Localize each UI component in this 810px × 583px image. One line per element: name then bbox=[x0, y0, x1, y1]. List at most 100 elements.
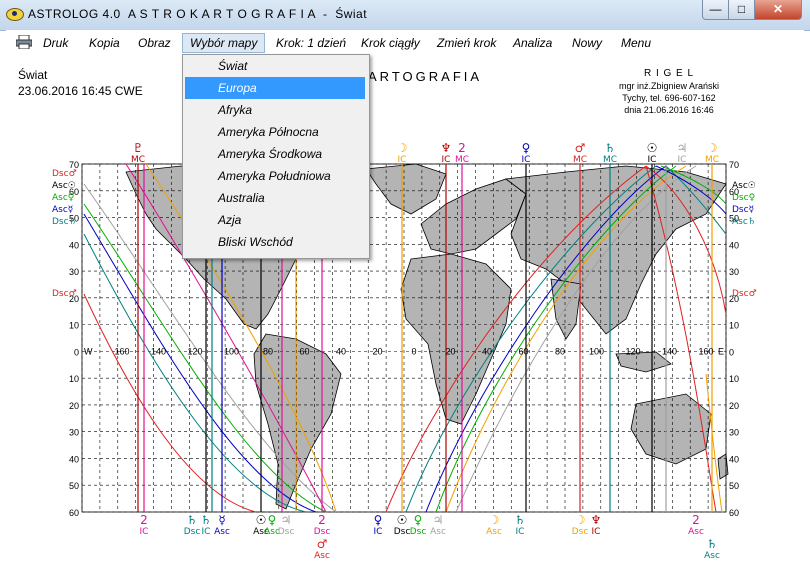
top-planet-angle: IC bbox=[442, 155, 451, 165]
lon-label: 120 bbox=[625, 346, 640, 356]
right-line-label: Asc☉ bbox=[732, 181, 756, 191]
bottom-planet-angle: Asc bbox=[314, 551, 330, 561]
bottom-planet-symbol: ☽ bbox=[489, 513, 500, 527]
dropdown-item-ameryka-polnocna[interactable]: Ameryka Północna bbox=[185, 121, 365, 143]
menu-druk[interactable]: Druk bbox=[36, 34, 75, 52]
lat-label-right: 60 bbox=[729, 508, 739, 518]
menu-wybor-mapy[interactable]: Wybór mapy bbox=[182, 33, 266, 53]
bottom-planet-symbols: 2IC♄Dsc♄IC☿Asc☉Asc♀Asc♃Dsc2Dsc♂Asc♀IC☉Ds… bbox=[140, 513, 720, 561]
bottom-planet-angle: Asc bbox=[430, 527, 446, 537]
bottom-planet-symbol: ♃ bbox=[433, 513, 444, 527]
top-planet-symbol: ♄ bbox=[605, 141, 616, 155]
lat-label-right: 70 bbox=[729, 160, 739, 170]
bottom-planet-angle: IC bbox=[592, 527, 601, 537]
lat-label-right: 10 bbox=[729, 374, 739, 384]
left-line-label: Asc☉ bbox=[52, 181, 76, 191]
top-planet-angle: MC bbox=[131, 155, 145, 165]
dropdown-item-afryka[interactable]: Afryka bbox=[185, 99, 365, 121]
top-planet-angle: MC bbox=[603, 155, 617, 165]
top-planet-angle: IC bbox=[648, 155, 657, 165]
bottom-planet-angle: Asc bbox=[704, 551, 720, 561]
lat-label-left: 0 bbox=[74, 347, 79, 357]
lat-label-left: 60 bbox=[69, 508, 79, 518]
bottom-planet-angle: Dsc bbox=[314, 527, 331, 537]
lon-label: 40 bbox=[482, 346, 492, 356]
dropdown-item-bliski-wschod[interactable]: Bliski Wschód bbox=[185, 231, 365, 253]
eye-icon[interactable] bbox=[6, 8, 24, 21]
dropdown-item-azja[interactable]: Azja bbox=[185, 209, 365, 231]
bottom-planet-angle: Dsc bbox=[278, 527, 295, 537]
top-planet-symbol: ☽ bbox=[397, 141, 408, 155]
dropdown-item-australia[interactable]: Australia bbox=[185, 187, 365, 209]
lat-label-left: 40 bbox=[69, 454, 79, 464]
top-planet-symbol: ♃ bbox=[677, 141, 688, 155]
dropdown-item-ameryka-srodkowa[interactable]: Ameryka Środkowa bbox=[185, 143, 365, 165]
east-label: E bbox=[718, 346, 724, 356]
top-planet-angle: IC bbox=[398, 155, 407, 165]
lat-label-right: 20 bbox=[729, 401, 739, 411]
bottom-planet-symbol: ☉ bbox=[397, 513, 408, 527]
lon-label: 140 bbox=[662, 346, 677, 356]
minimize-button[interactable]: — bbox=[702, 0, 729, 20]
close-button[interactable]: ✕ bbox=[754, 0, 802, 20]
menu-obraz[interactable]: Obraz bbox=[131, 34, 178, 52]
menu-nowy[interactable]: Nowy bbox=[565, 34, 609, 52]
dropdown-item-swiat[interactable]: Świat bbox=[185, 55, 365, 77]
menu-menu[interactable]: Menu bbox=[614, 34, 658, 52]
africa bbox=[400, 253, 512, 425]
lat-label-right: 0 bbox=[729, 347, 734, 357]
menu-kopia[interactable]: Kopia bbox=[82, 34, 127, 52]
top-planet-angle: MC bbox=[573, 155, 587, 165]
top-planet-symbol: 2 bbox=[458, 141, 466, 155]
lon-label: 20 bbox=[445, 346, 455, 356]
dropdown-item-ameryka-poludniowa[interactable]: Ameryka Południowa bbox=[185, 165, 365, 187]
wybor-mapy-dropdown: Świat Europa Afryka Ameryka Północna Ame… bbox=[182, 54, 370, 259]
maximize-button[interactable]: □ bbox=[728, 0, 755, 20]
planet-line bbox=[83, 293, 257, 513]
bottom-planet-angle: Dsc bbox=[572, 527, 589, 537]
lon-label: 120 bbox=[187, 346, 202, 356]
top-planet-angle: IC bbox=[522, 155, 531, 165]
top-planet-symbol: ☽ bbox=[707, 141, 718, 155]
left-line-label: Dsc♄ bbox=[52, 217, 77, 227]
lon-label: 80 bbox=[555, 346, 565, 356]
bottom-planet-symbol: ♆ bbox=[591, 513, 602, 527]
right-line-label: Asc♄ bbox=[732, 217, 756, 227]
bottom-planet-symbol: ☉ bbox=[256, 513, 267, 527]
bottom-planet-symbol: 2 bbox=[318, 513, 326, 527]
menu-analiza[interactable]: Analiza bbox=[506, 34, 559, 52]
south-america bbox=[253, 333, 342, 510]
greenland bbox=[365, 163, 447, 215]
lat-label-left: 40 bbox=[69, 240, 79, 250]
lon-label: 60 bbox=[299, 346, 309, 356]
lon-label: 100 bbox=[224, 346, 239, 356]
lat-label-right: 40 bbox=[729, 454, 739, 464]
bottom-planet-symbol: ♀ bbox=[268, 513, 277, 527]
lat-label-left: 30 bbox=[69, 428, 79, 438]
menu-krok-1-dzien[interactable]: Krok: 1 dzień bbox=[269, 34, 353, 52]
bottom-planet-symbol: ♀ bbox=[414, 513, 423, 527]
bottom-planet-symbol: ♄ bbox=[707, 537, 718, 551]
world-map: 70 7060 6050 5040 4030 3020 2010 100 010 1020 2030… bbox=[52, 141, 757, 561]
top-planet-symbol: ☉ bbox=[647, 141, 658, 155]
bottom-planet-angle: IC bbox=[516, 527, 525, 537]
bottom-planet-angle: IC bbox=[140, 527, 149, 537]
menu-krok-ciagly[interactable]: Krok ciągły bbox=[354, 34, 427, 52]
bottom-planet-symbol: ♀ bbox=[374, 513, 383, 527]
printer-icon[interactable] bbox=[16, 35, 32, 49]
bottom-planet-angle: Dsc bbox=[410, 527, 427, 537]
lat-label-right: 50 bbox=[729, 481, 739, 491]
bottom-planet-angle: Dsc bbox=[394, 527, 411, 537]
top-planet-symbol: ♂ bbox=[575, 141, 586, 155]
dropdown-item-europa[interactable]: Europa bbox=[185, 77, 365, 99]
lon-label: 140 bbox=[151, 346, 166, 356]
bottom-planet-angle: Asc bbox=[214, 527, 230, 537]
lat-label-left: 30 bbox=[69, 267, 79, 277]
lon-label: 60 bbox=[518, 346, 528, 356]
menu-zmien-krok[interactable]: Zmień krok bbox=[430, 34, 503, 52]
lat-label-left: 50 bbox=[69, 481, 79, 491]
left-line-label: Asc♀ bbox=[52, 193, 74, 203]
astrocartography-canvas: Świat 23.06.2016 16:45 CWE ARTOGRAFIA R … bbox=[6, 54, 804, 583]
lon-label: 0 bbox=[411, 346, 416, 356]
app-name: ASTROLOG 4.0 bbox=[28, 7, 121, 21]
